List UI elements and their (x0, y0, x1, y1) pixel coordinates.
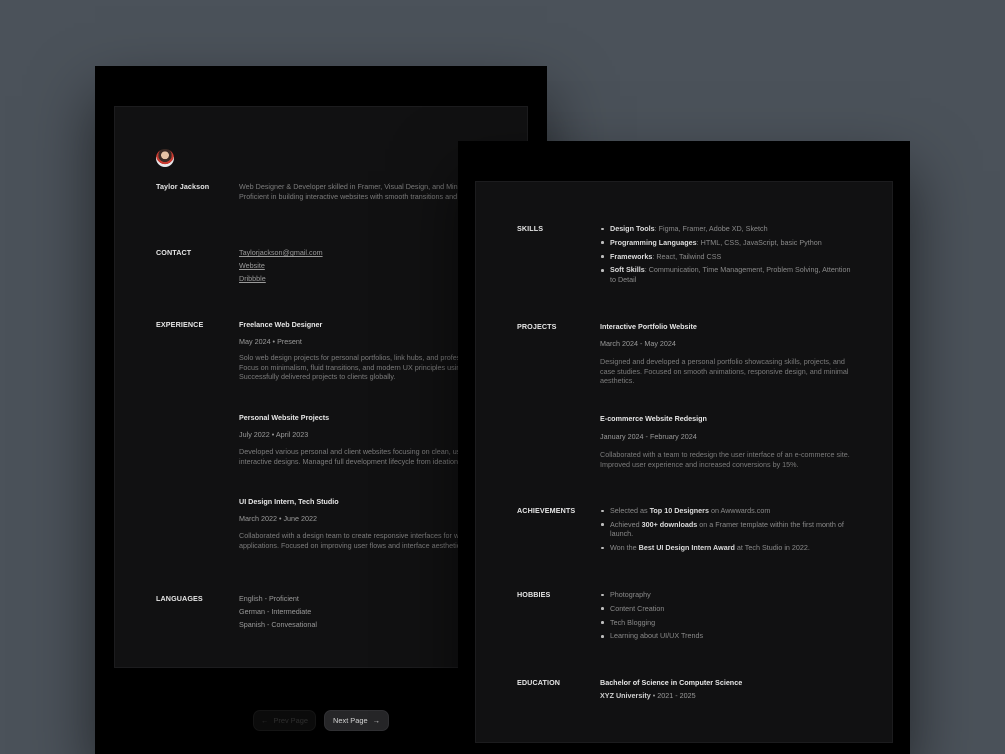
project-title: E-commerce Website Redesign (600, 414, 707, 423)
profile-name: Taylor Jackson (156, 182, 210, 191)
contact-heading: CONTACT (156, 248, 192, 257)
projects-heading: PROJECTS (517, 322, 557, 331)
prev-page-button[interactable]: ← Prev Page (253, 710, 316, 731)
email-link[interactable]: Taylorjackson@gmail.com (239, 248, 323, 258)
website-link[interactable]: Website (239, 261, 265, 271)
hobby-item: Tech Blogging (600, 618, 856, 628)
job-date: May 2024 • Present (239, 337, 302, 346)
hobby-item: Content Creation (600, 604, 856, 614)
arrow-right-icon: → (372, 716, 380, 725)
arrow-left-icon: ← (261, 716, 269, 725)
project-date: March 2024 - May 2024 (600, 339, 676, 348)
skill-item: Programming Languages: HTML, CSS, JavaSc… (600, 238, 856, 248)
language-item: Spanish - Convesational (239, 620, 317, 629)
skills-list: Design Tools: Figma, Framer, Adobe XD, S… (600, 224, 856, 289)
hobby-item: Photography (600, 590, 856, 600)
skill-item: Design Tools: Figma, Framer, Adobe XD, S… (600, 224, 856, 234)
hobby-item: Learning about UI/UX Trends (600, 631, 856, 641)
education-heading: EDUCATION (517, 678, 561, 687)
language-item: German - Intermediate (239, 607, 312, 616)
resume-page-2: SKILLS Design Tools: Figma, Framer, Adob… (458, 141, 910, 754)
project-date: January 2024 - February 2024 (600, 432, 697, 441)
languages-heading: LANGUAGES (156, 594, 203, 603)
skill-item: Frameworks: React, Tailwind CSS (600, 252, 856, 262)
resume-sheet-2: SKILLS Design Tools: Figma, Framer, Adob… (475, 181, 893, 743)
skills-heading: SKILLS (517, 224, 544, 233)
experience-heading: EXPERIENCE (156, 320, 204, 329)
language-item: English - Proficient (239, 594, 299, 603)
project-description: Collaborated with a team to redesign the… (600, 450, 850, 469)
profile-avatar (156, 149, 174, 167)
achievement-item: Achieved 300+ downloads on a Framer temp… (600, 520, 856, 539)
project-description: Designed and developed a personal portfo… (600, 357, 849, 386)
hobbies-list: Photography Content Creation Tech Bloggi… (600, 590, 856, 645)
next-page-button[interactable]: Next Page → (324, 710, 389, 731)
achievement-item: Won the Best UI Design Intern Award at T… (600, 543, 856, 553)
achievement-item: Selected as Top 10 Designers on Awwwards… (600, 506, 856, 516)
prev-page-label: Prev Page (273, 716, 308, 725)
job-title: Personal Website Projects (239, 413, 330, 422)
job-date: July 2022 • April 2023 (239, 430, 309, 439)
education-years: • 2021 - 2025 (650, 691, 696, 700)
hobbies-heading: HOBBIES (517, 590, 551, 599)
degree-title: Bachelor of Science in Computer Science (600, 678, 743, 687)
skill-item: Soft Skills: Communication, Time Managem… (600, 265, 856, 284)
project-title: Interactive Portfolio Website (600, 322, 697, 331)
job-date: March 2022 • June 2022 (239, 514, 318, 523)
achievements-list: Selected as Top 10 Designers on Awwwards… (600, 506, 856, 557)
next-page-label: Next Page (333, 716, 368, 725)
school-name: XYZ University (600, 691, 651, 700)
job-title: UI Design Intern, Tech Studio (239, 497, 339, 506)
achievements-heading: ACHIEVEMENTS (517, 506, 576, 515)
education-detail: XYZ University • 2021 - 2025 (600, 691, 696, 701)
job-title: Freelance Web Designer (239, 320, 323, 329)
dribbble-link[interactable]: Dribbble (239, 274, 266, 284)
